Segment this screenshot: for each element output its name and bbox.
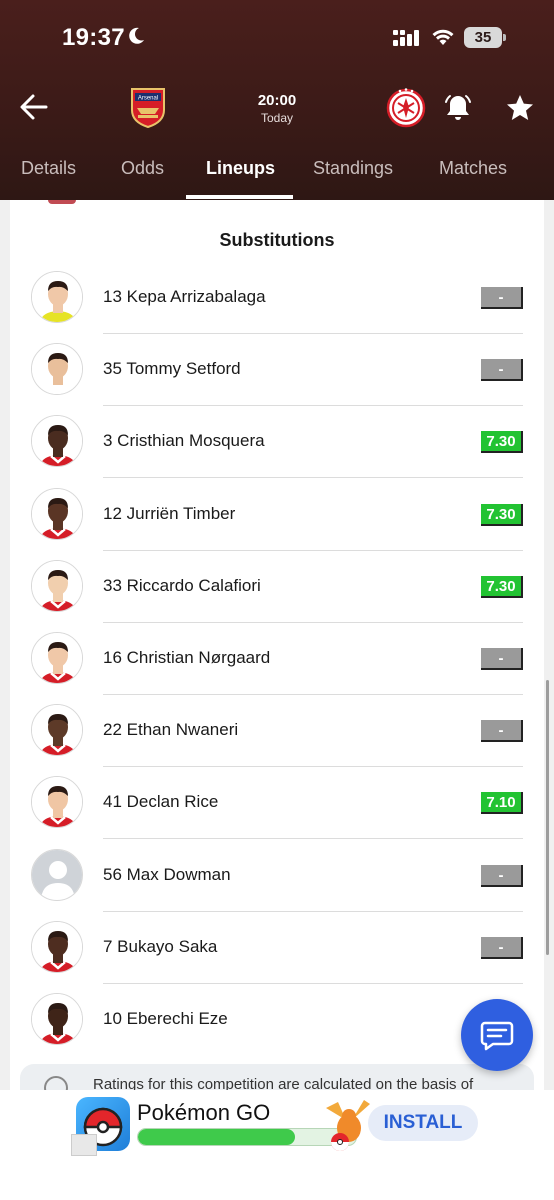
install-button[interactable]: INSTALL bbox=[368, 1105, 478, 1141]
player-rating-badge: - bbox=[481, 936, 523, 959]
status-bar: 19:37 35 bbox=[0, 24, 554, 54]
player-avatar[interactable] bbox=[31, 848, 83, 901]
player-name[interactable]: 3 Cristhian Mosquera bbox=[103, 431, 265, 451]
player-avatar[interactable] bbox=[31, 487, 83, 540]
player-name[interactable]: 7 Bukayo Saka bbox=[103, 937, 217, 957]
player-name[interactable]: 41 Declan Rice bbox=[103, 792, 218, 812]
player-row[interactable]: 33 Riccardo Calafiori 7.30 bbox=[10, 551, 544, 623]
home-team-crest[interactable]: Arsenal bbox=[128, 86, 168, 129]
player-avatar[interactable] bbox=[31, 993, 83, 1045]
player-avatar[interactable] bbox=[31, 343, 83, 396]
battery-level: 35 bbox=[464, 27, 502, 48]
player-name[interactable]: 13 Kepa Arrizabalaga bbox=[103, 287, 266, 307]
status-time: 19:37 bbox=[62, 24, 125, 51]
previous-section-edge bbox=[48, 200, 76, 204]
player-rating-badge: 7.10 bbox=[481, 792, 523, 815]
player-name[interactable]: 12 Jurriën Timber bbox=[103, 504, 235, 524]
player-avatar[interactable] bbox=[31, 920, 83, 973]
match-date: Today bbox=[260, 111, 294, 125]
arsenal-crest-icon: Arsenal bbox=[131, 88, 165, 129]
match-kickoff-time: 20:00 bbox=[257, 92, 297, 109]
player-row[interactable]: 12 Jurriën Timber 7.30 bbox=[10, 479, 544, 551]
player-row[interactable]: 22 Ethan Nwaneri - bbox=[10, 695, 544, 768]
section-title: Substitutions bbox=[219, 230, 335, 250]
tab-details[interactable]: Details bbox=[21, 158, 76, 179]
scrollbar[interactable] bbox=[546, 680, 549, 955]
player-rating-badge: - bbox=[481, 864, 523, 887]
player-rating-badge: 7.30 bbox=[481, 575, 523, 598]
player-name[interactable]: 35 Tommy Setford bbox=[103, 359, 241, 379]
player-avatar[interactable] bbox=[31, 776, 83, 829]
olympiacos-crest-icon bbox=[386, 88, 426, 128]
tab-odds[interactable]: Odds bbox=[121, 158, 164, 179]
player-rating-badge: - bbox=[481, 720, 523, 743]
tab-matches[interactable]: Matches bbox=[439, 158, 507, 179]
match-tabs: Details Odds Lineups Standings Matches bbox=[0, 148, 554, 200]
player-avatar[interactable] bbox=[31, 559, 83, 612]
match-header: 19:37 35 Arsenal 20:00 Today Details Odd… bbox=[0, 0, 554, 200]
active-tab-indicator bbox=[186, 195, 293, 199]
notification-bell-icon[interactable] bbox=[442, 92, 474, 124]
player-row[interactable]: 13 Kepa Arrizabalaga - bbox=[10, 262, 544, 334]
player-rating-badge: - bbox=[481, 359, 523, 382]
player-name[interactable]: 33 Riccardo Calafiori bbox=[103, 576, 261, 596]
back-arrow-icon[interactable] bbox=[18, 92, 50, 122]
player-avatar[interactable] bbox=[31, 271, 83, 323]
player-avatar[interactable] bbox=[31, 632, 83, 684]
cellular-signal-icon bbox=[393, 30, 419, 46]
battery-indicator: 35 bbox=[464, 27, 506, 48]
player-row[interactable]: 56 Max Dowman - bbox=[10, 840, 544, 912]
ad-choices-badge[interactable] bbox=[71, 1134, 97, 1156]
player-row[interactable]: 35 Tommy Setford - bbox=[10, 334, 544, 407]
player-avatar[interactable] bbox=[31, 704, 83, 757]
away-team-crest[interactable] bbox=[386, 88, 426, 128]
player-rating-badge: 7.30 bbox=[481, 503, 523, 526]
battery-tip bbox=[503, 34, 506, 41]
chat-button[interactable] bbox=[461, 999, 533, 1071]
chat-bubble-icon bbox=[480, 1021, 514, 1051]
player-name[interactable]: 56 Max Dowman bbox=[103, 865, 231, 885]
wifi-icon bbox=[432, 29, 454, 45]
substitutions-card: Substitutions 13 Kepa Arrizabalaga -35 To… bbox=[10, 200, 544, 1124]
tab-lineups[interactable]: Lineups bbox=[206, 158, 275, 179]
player-name[interactable]: 22 Ethan Nwaneri bbox=[103, 720, 238, 740]
player-row[interactable]: 7 Bukayo Saka - bbox=[10, 912, 544, 984]
player-rating-badge: 7.30 bbox=[481, 431, 523, 454]
player-row[interactable]: 3 Cristhian Mosquera 7.30 bbox=[10, 406, 544, 479]
crest-label: Arsenal bbox=[138, 96, 158, 102]
player-row[interactable]: 41 Declan Rice 7.10 bbox=[10, 767, 544, 840]
player-name[interactable]: 10 Eberechi Eze bbox=[103, 1009, 228, 1029]
favorite-star-icon[interactable] bbox=[505, 93, 535, 123]
player-row[interactable]: 16 Christian Nørgaard - bbox=[10, 623, 544, 695]
player-rating-badge: - bbox=[481, 648, 523, 670]
tab-standings[interactable]: Standings bbox=[313, 158, 393, 179]
player-avatar[interactable] bbox=[31, 415, 83, 468]
ad-progress-fill bbox=[138, 1129, 295, 1145]
ad-title[interactable]: Pokémon GO bbox=[137, 1100, 270, 1126]
player-name[interactable]: 16 Christian Nørgaard bbox=[103, 648, 270, 668]
ad-banner[interactable]: Pokémon GO INSTALL bbox=[0, 1090, 554, 1200]
moon-icon bbox=[129, 27, 144, 44]
player-rating-badge: - bbox=[481, 287, 523, 309]
match-bar: Arsenal 20:00 Today bbox=[0, 80, 554, 140]
